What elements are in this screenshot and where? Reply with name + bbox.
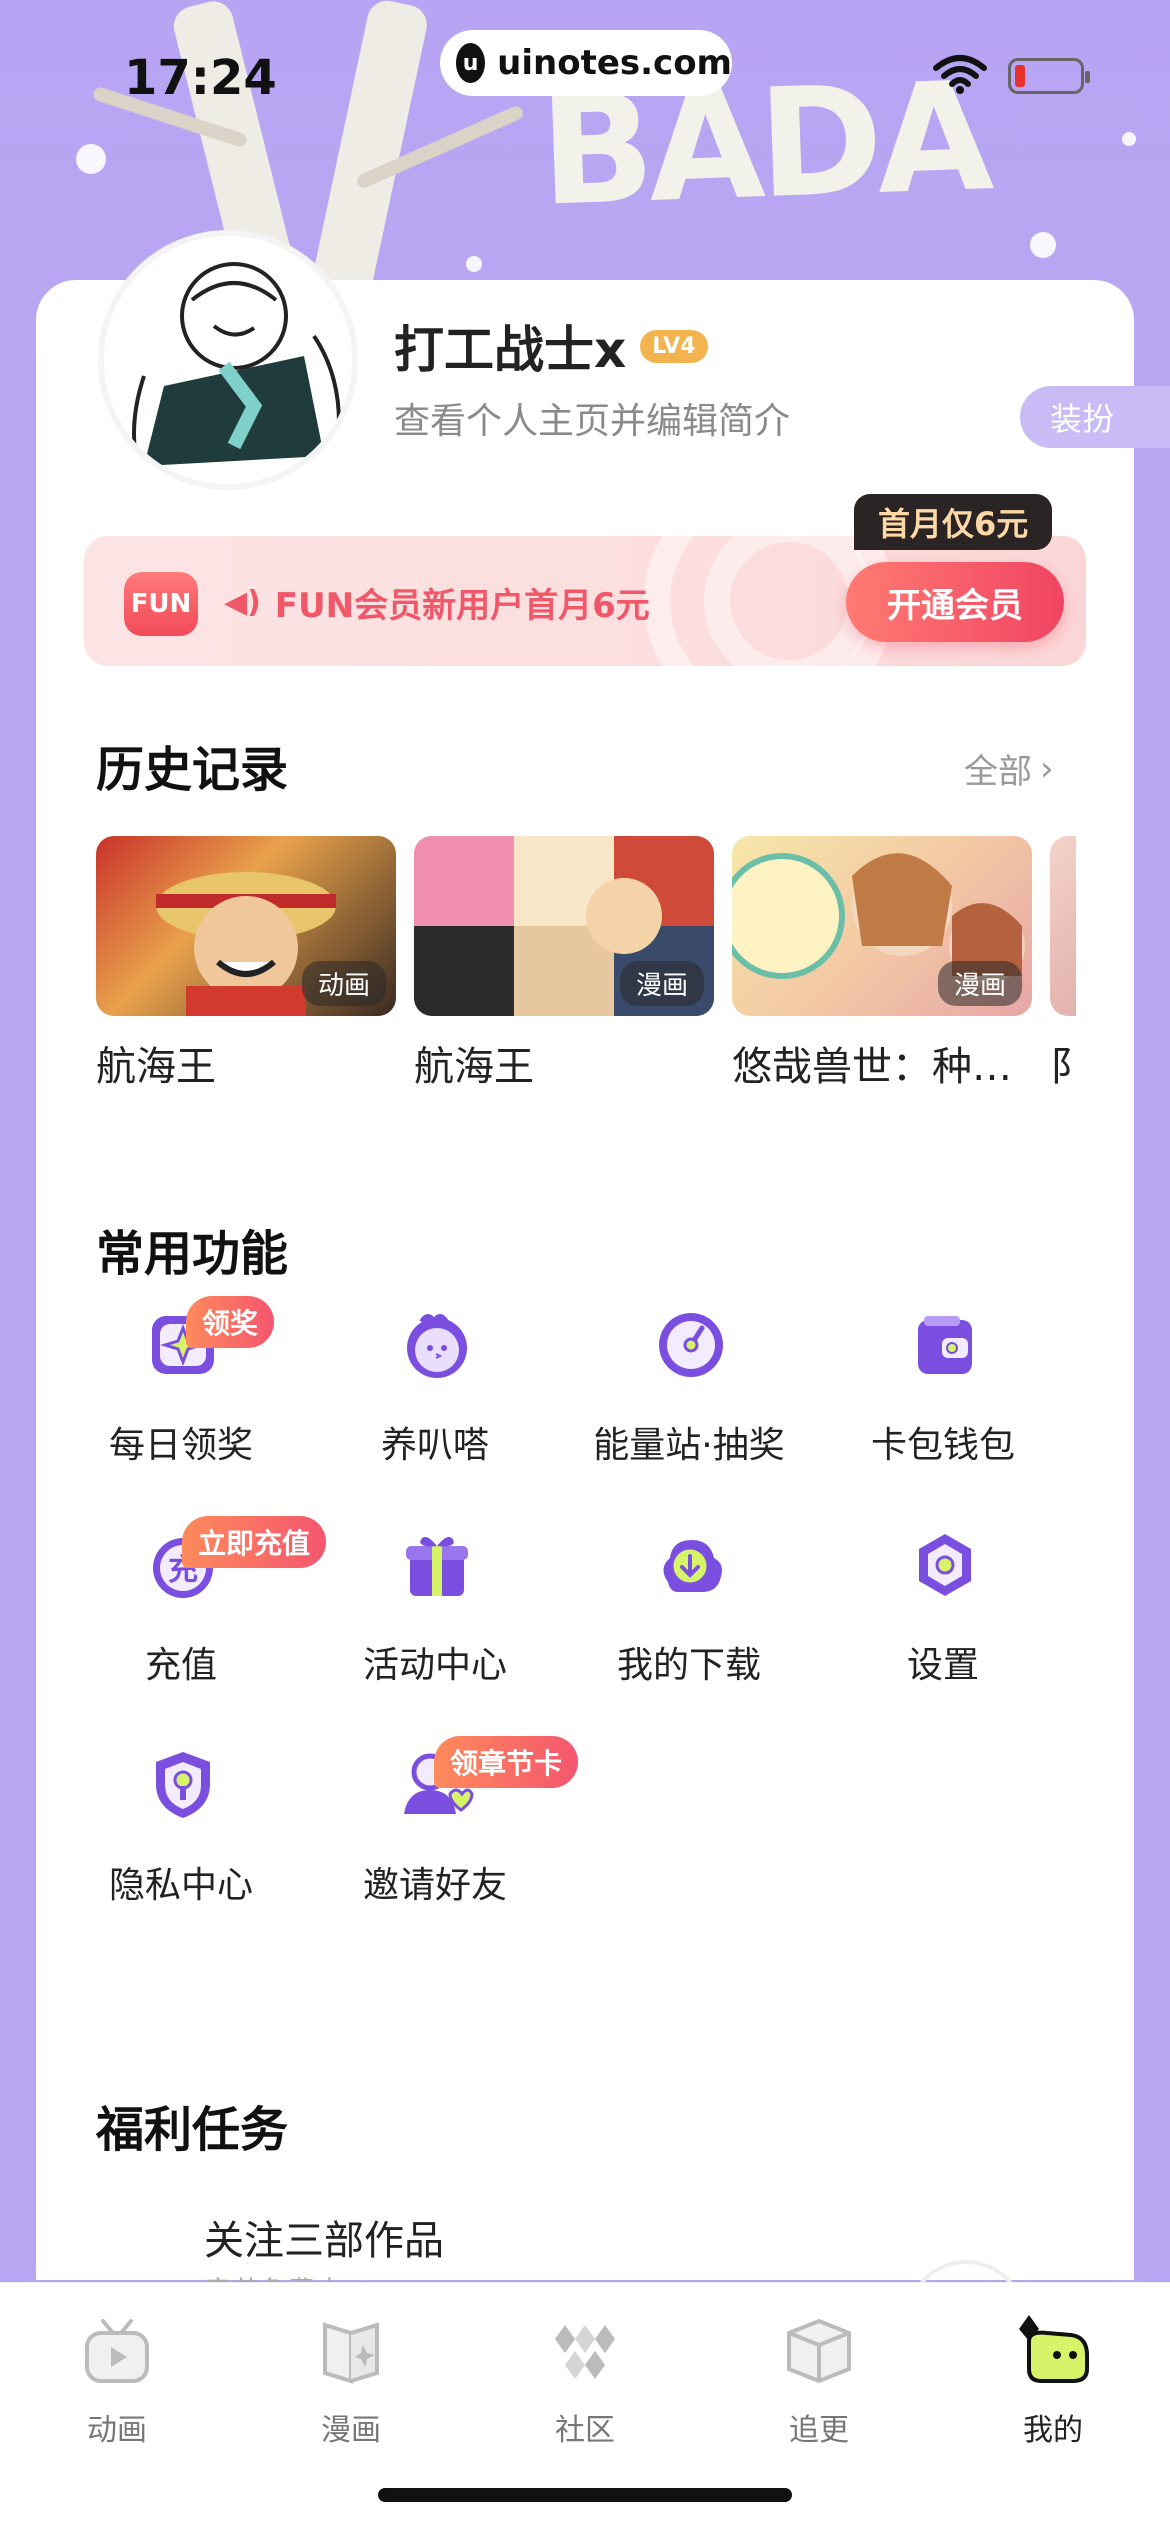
- fun-logo-icon: FUN: [124, 572, 198, 636]
- history-thumbnail: [1050, 836, 1076, 1016]
- vip-promo-text: FUN会员新用户首月6元: [274, 586, 650, 626]
- follow-tab-icon: [787, 2318, 851, 2384]
- vip-banner[interactable]: FUN ◀) FUN会员新用户首月6元 首月仅6元 开通会员: [84, 476, 1086, 726]
- url-text: uinotes.com: [497, 43, 732, 83]
- anime-tab-icon: [85, 2319, 149, 2383]
- mine-tab-icon: [1019, 2315, 1089, 2383]
- history-title: 历史记录: [96, 742, 289, 798]
- open-vip-button[interactable]: 开通会员: [846, 562, 1064, 642]
- wallet-icon: [918, 1316, 972, 1374]
- username: 打工战士x: [394, 321, 627, 379]
- function-recharge[interactable]: 充 立即充值 充值: [54, 1516, 327, 1710]
- invite-badge: 领章节卡: [434, 1736, 579, 1788]
- snow-decoration: [76, 144, 106, 174]
- tab-anime[interactable]: 动画: [0, 2301, 234, 2448]
- recharge-badge: 立即充值: [182, 1516, 327, 1568]
- status-time: 17:24: [124, 50, 277, 106]
- avatar[interactable]: [98, 230, 358, 490]
- first-month-badge: 首月仅6元: [854, 494, 1053, 550]
- tab-label: 追更: [789, 2413, 849, 2448]
- function-label: 卡包钱包: [870, 1425, 1015, 1466]
- privacy-icon: [156, 1752, 210, 1818]
- all-label: 全部: [964, 752, 1032, 792]
- function-pet[interactable]: 养叭嗒: [308, 1300, 562, 1490]
- history-thumbnail: 动画: [96, 836, 396, 1016]
- history-item-title: 阝: [1050, 1034, 1076, 1092]
- vip-promo: ◀) FUN会员新用户首月6元: [224, 578, 650, 627]
- function-label: 邀请好友: [362, 1865, 507, 1906]
- tab-comic[interactable]: 漫画: [234, 2301, 468, 2448]
- home-indicator: [378, 2488, 792, 2502]
- history-all-link[interactable]: 全部 ›: [964, 744, 1054, 793]
- history-item-title: 航海王: [414, 1044, 534, 1090]
- snow-decoration: [466, 256, 482, 272]
- function-settings[interactable]: 设置: [816, 1520, 1070, 1710]
- comic-tab-icon: [323, 2322, 379, 2384]
- tab-follow[interactable]: 追更: [702, 2301, 936, 2448]
- function-daily-reward[interactable]: 领奖 每日领奖: [54, 1296, 308, 1490]
- tab-label: 我的: [1023, 2413, 1083, 2448]
- reward-badge: 领奖: [186, 1296, 275, 1348]
- tab-label: 社区: [555, 2413, 615, 2448]
- tab-community[interactable]: 社区: [468, 2301, 702, 2448]
- download-icon: [663, 1540, 722, 1592]
- history-list: 动画 航海王 漫画 航海王 漫画 悠哉兽世：种…: [96, 836, 1076, 1096]
- dress-button[interactable]: 装扮: [1020, 386, 1170, 448]
- function-activity-center[interactable]: 活动中心: [308, 1520, 562, 1710]
- tab-label: 动画: [87, 2413, 147, 2448]
- username-row[interactable]: 打工战士x LV4: [394, 310, 708, 382]
- function-privacy[interactable]: 隐私中心: [54, 1740, 308, 1930]
- tab-label: 漫画: [321, 2413, 381, 2448]
- media-type-tag: 漫画: [619, 961, 704, 1006]
- history-item-title: 航海王: [96, 1044, 216, 1090]
- history-item-title: 悠哉兽世：种…: [732, 1044, 1012, 1090]
- status-bar: 17:24 u uinotes.com: [0, 0, 1170, 140]
- avatar-illustration: [104, 236, 352, 484]
- function-wallet[interactable]: 卡包钱包: [816, 1300, 1070, 1490]
- function-lottery[interactable]: 能量站·抽奖: [562, 1300, 816, 1490]
- history-item[interactable]: 阝: [1050, 836, 1076, 1096]
- function-invite[interactable]: 领章节卡 邀请好友: [308, 1736, 579, 1930]
- welfare-title: 福利任务: [96, 2102, 289, 2158]
- history-item[interactable]: 动画 航海王: [96, 836, 396, 1096]
- profile-subtitle[interactable]: 查看个人主页并编辑简介: [394, 392, 790, 444]
- tab-mine[interactable]: 我的: [936, 2301, 1170, 2448]
- history-thumbnail: 漫画: [414, 836, 714, 1016]
- media-type-tag: 漫画: [937, 961, 1022, 1006]
- function-label: 充值: [144, 1645, 217, 1686]
- uinotes-logo-icon: u: [456, 43, 486, 83]
- battery-icon: [1008, 58, 1090, 94]
- lottery-icon: [659, 1313, 723, 1377]
- function-label: 能量站·抽奖: [593, 1425, 785, 1466]
- history-item[interactable]: 漫画 悠哉兽世：种…: [732, 836, 1032, 1096]
- gift-icon: [406, 1536, 468, 1596]
- task-title: 关注三部作品: [204, 2218, 444, 2264]
- chevron-right-icon: ›: [1040, 748, 1054, 789]
- functions-title: 常用功能: [96, 1226, 289, 1282]
- pet-icon: [407, 1314, 467, 1378]
- wifi-icon: [933, 55, 987, 94]
- history-thumbnail: 漫画: [732, 836, 1032, 1016]
- history-item[interactable]: 漫画 航海王: [414, 836, 714, 1096]
- community-tab-icon: [555, 2325, 615, 2379]
- media-type-tag: 动画: [301, 961, 386, 1006]
- level-badge: LV4: [640, 329, 708, 363]
- function-label: 设置: [906, 1645, 979, 1686]
- snow-decoration: [1030, 232, 1056, 258]
- speaker-icon: ◀): [224, 585, 261, 620]
- settings-icon: [919, 1534, 971, 1596]
- function-label: 每日领奖: [108, 1425, 253, 1466]
- function-downloads[interactable]: 我的下载: [562, 1520, 816, 1710]
- function-label: 隐私中心: [108, 1865, 253, 1906]
- function-label: 活动中心: [362, 1645, 507, 1686]
- function-label: 我的下载: [616, 1645, 761, 1686]
- function-label: 养叭嗒: [380, 1425, 489, 1466]
- url-pill: u uinotes.com: [440, 30, 732, 96]
